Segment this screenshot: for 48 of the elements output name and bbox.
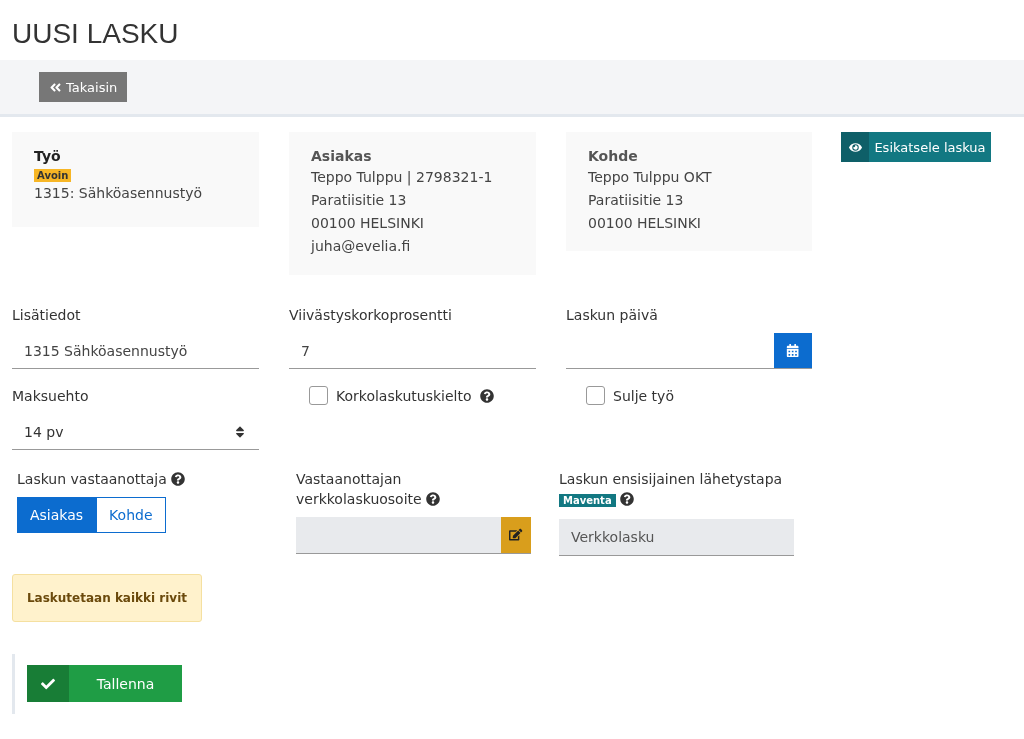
calendar-icon[interactable] [774,333,812,368]
field-label: Viivästyskorkoprosentti [289,306,453,325]
check-icon [27,665,69,702]
field-label: Laskun vastaanottaja [17,471,167,487]
page-title: UUSI LASKU [11,17,180,51]
save-button[interactable]: Tallenna [27,665,182,702]
help-icon[interactable] [620,492,635,506]
date-field[interactable] [566,333,812,369]
service-badge: Maventa [559,494,616,507]
field-label: Lisätiedot [12,306,82,325]
card-line: 00100 HELSINKI [311,214,425,233]
card-line: Paratiisitie 13 [588,191,685,210]
field-label: Laskun päivä [566,306,659,325]
field-label: verkkolaskuosoite [296,491,422,507]
back-button[interactable]: Takaisin [39,72,128,102]
status-badge: Avoin [34,169,72,182]
card-heading: Työ [34,148,62,164]
double-chevron-icon [49,80,62,94]
checkbox-label: Sulje työ [613,387,674,404]
card-line: Teppo Tulppu | 2798321-1 [311,168,494,188]
send-method-field[interactable]: Verkkolasku [559,519,794,556]
checkbox[interactable] [586,386,605,405]
select-field[interactable]: 14 pv [12,414,259,450]
checkbox-label: Korkolaskutuskielto [336,387,472,404]
input-field[interactable]: 1315 Sähköasennustyö [12,333,259,369]
field-label: Vastaanottajan [296,471,402,487]
card-line: Teppo Tulppu OKT [588,168,713,187]
card-heading: Asiakas [311,148,373,164]
help-icon[interactable] [426,492,441,506]
info-alert: Laskutetaan kaikki rivit [12,574,202,622]
einvoice-address-field[interactable] [296,517,531,554]
card-line: juha@evelia.fi [311,237,412,256]
sort-icon [233,424,247,439]
field-label: Maksuehto [12,387,90,406]
card-line: 1315: Sähköasennustyö [34,184,204,203]
edit-icon[interactable] [501,517,531,553]
toggle-option[interactable]: Asiakas [17,497,97,533]
card-heading: Kohde [588,148,639,164]
toggle-option[interactable]: Kohde [96,497,166,533]
field-label: Laskun ensisijainen lähetystapa [559,470,784,489]
eye-icon [841,132,869,162]
preview-button[interactable]: Esikatsele laskua [841,132,991,162]
help-icon[interactable] [479,388,494,403]
checkbox[interactable] [309,386,328,405]
card-line: Paratiisitie 13 [311,191,408,210]
input-field[interactable]: 7 [289,333,536,369]
help-icon[interactable] [171,472,186,486]
card-line: 00100 HELSINKI [588,214,702,233]
